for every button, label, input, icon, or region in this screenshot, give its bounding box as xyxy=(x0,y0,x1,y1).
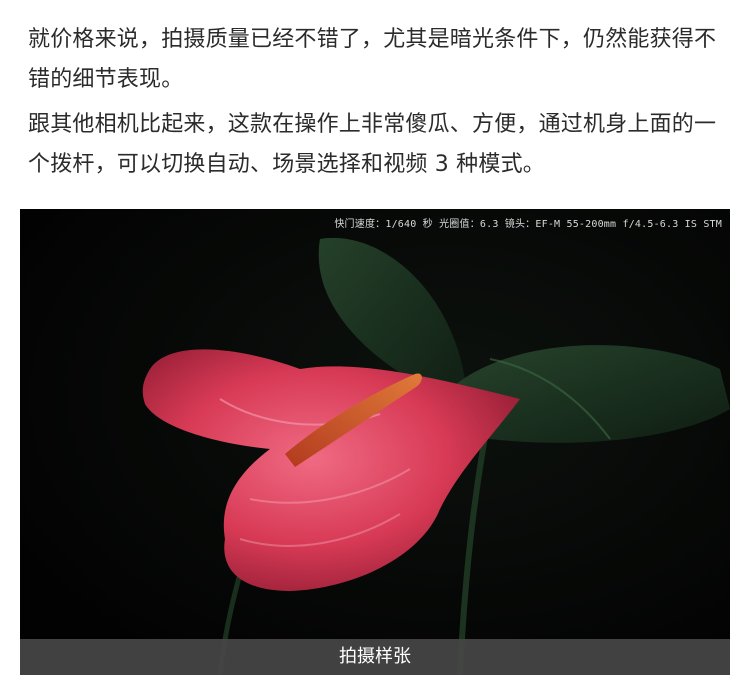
photo-caption: 拍摄样张 xyxy=(20,639,730,675)
sample-photo: 快门速度：1/640 秒 光圈值：6.3 镜头：EF-M 55-200mm f/… xyxy=(20,209,730,675)
article-paragraph-1: 就价格来说，拍摄质量已经不错了，尤其是暗光条件下，仍然能获得不错的细节表现。 xyxy=(28,27,717,92)
article-paragraph-2: 跟其他相机比起来，这款在操作上非常傻瓜、方便，通过机身上面的一个拨杆，可以切换自… xyxy=(28,112,717,177)
article: 就价格来说，拍摄质量已经不错了，尤其是暗光条件下，仍然能获得不错的细节表现。 跟… xyxy=(0,0,750,678)
anthurium-flower-image xyxy=(20,209,730,675)
exif-info: 快门速度：1/640 秒 光圈值：6.3 镜头：EF-M 55-200mm f/… xyxy=(334,219,722,230)
